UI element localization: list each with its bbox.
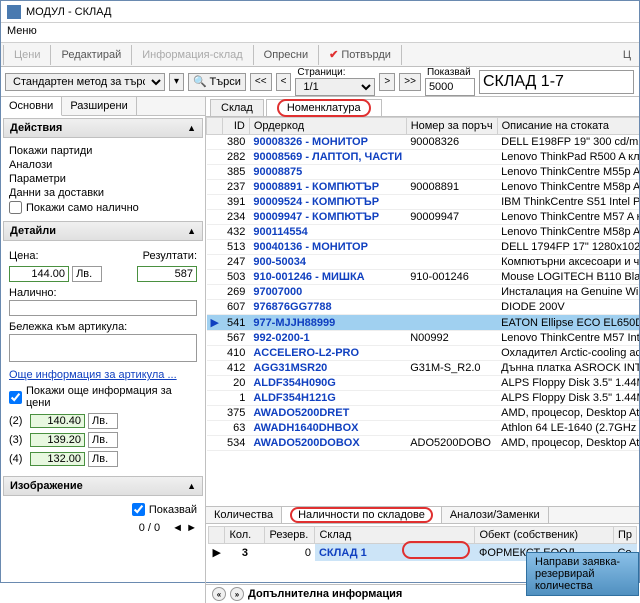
first-page-button[interactable]: << — [250, 73, 272, 91]
table-row[interactable]: 410ACCELERO-L2-PROОхладител Arctic-cooli… — [207, 346, 640, 361]
table-row[interactable]: 412AGG31MSR20G31M-S_R2.0Дънна платка ASR… — [207, 361, 640, 376]
table-row[interactable]: 534AWADO5200DOBOXADO5200DOBOAMD, процесо… — [207, 436, 640, 451]
details-header[interactable]: Детайли▲ — [3, 221, 203, 241]
table-row[interactable]: 503910-001246 - МИШКА910-001246Mouse LOG… — [207, 270, 640, 285]
table-row[interactable]: 20ALDF354H090GALPS Floppy Disk 3.5" 1.44… — [207, 376, 640, 391]
tab-availability[interactable]: Наличности по складове — [282, 507, 442, 523]
searchbar: Стандартен метод за търсене ▾ 🔍 Търси <<… — [1, 67, 639, 97]
search-button[interactable]: 🔍 Търси — [188, 73, 246, 91]
price-value: 144.00 — [9, 266, 69, 282]
menubar[interactable]: Меню — [1, 23, 639, 43]
check-icon: ✔ — [329, 49, 338, 61]
right-panel: Склад Номенклатура ID Ордеркод Номер за … — [206, 97, 639, 603]
tab-store[interactable]: Склад — [210, 99, 264, 116]
only-avail-checkbox[interactable] — [9, 201, 22, 214]
col-code[interactable]: Ордеркод — [249, 118, 406, 135]
table-row[interactable]: ▶541977-MJJH88999EATON Ellipse ECO EL650… — [207, 315, 640, 331]
table-row[interactable]: 1ALDF354H121GALPS Floppy Disk 3.5" 1.44M… — [207, 391, 640, 406]
col-id[interactable]: ID — [223, 118, 249, 135]
toolbar: Цени Редактирай Информация-склад Опресни… — [1, 43, 639, 67]
chevron-up-icon: ▲ — [187, 226, 196, 236]
prev-image-button[interactable]: ◄ — [172, 522, 183, 534]
left-panel: Основни Разширени Действия▲ Покажи парти… — [1, 97, 206, 603]
store-input[interactable] — [479, 70, 634, 94]
prev-page-button[interactable]: < — [276, 73, 292, 91]
image-body: Показвай 0 / 0 ◄ ► — [1, 498, 205, 539]
edit-button[interactable]: Редактирай — [53, 46, 129, 64]
tab-analogs[interactable]: Аналози/Заменки — [442, 507, 549, 523]
chevron-up-icon: ▲ — [187, 481, 196, 491]
table-row[interactable]: 375AWADO5200DRETAMD, процесор, Desktop A… — [207, 406, 640, 421]
table-row[interactable]: 23790008891 - КОМПЮТЪР90008891Lenovo Thi… — [207, 180, 640, 195]
search-method-select[interactable]: Стандартен метод за търсене — [5, 73, 165, 91]
next-page-button[interactable]: > — [379, 73, 395, 91]
tab-main[interactable]: Основни — [1, 97, 62, 116]
next-image-button[interactable]: ► — [186, 522, 197, 534]
show-label: Показвай — [427, 67, 473, 78]
window-title: МОДУЛ - СКЛАД — [26, 6, 111, 18]
image-header[interactable]: Изображение▲ — [3, 476, 203, 496]
table-row[interactable]: 51390040136 - МОНИТОРDELL 1794FP 17" 128… — [207, 240, 640, 255]
action-item[interactable]: Покажи партиди — [9, 144, 197, 158]
main-grid[interactable]: ID Ордеркод Номер за поръч Описание на с… — [206, 117, 639, 506]
search-icon: 🔍 — [193, 76, 207, 88]
show-input[interactable] — [425, 78, 475, 96]
table-row[interactable]: 38090008326 - МОНИТОР90008326DELL E198FP… — [207, 135, 640, 150]
bottom-panel: Кол. Резерв. Склад Обект (собственик) Пр… — [206, 524, 639, 584]
action-item[interactable]: Данни за доставки — [9, 186, 197, 200]
table-row[interactable]: 607976876GG7788DIODE 200V — [207, 300, 640, 315]
tooltip: Направи заявка-резервирай количества — [526, 552, 639, 596]
refresh-button[interactable]: Опресни — [256, 46, 316, 64]
app-icon — [7, 5, 21, 19]
actions-body: Покажи партиди Аналози Параметри Данни з… — [1, 140, 205, 219]
tab-quantities[interactable]: Количества — [206, 507, 282, 523]
action-item[interactable]: Аналози — [9, 158, 197, 172]
info-button[interactable]: Информация-склад — [134, 46, 250, 64]
table-row[interactable]: 432900114554Lenovo ThinkCentre M58p A кл… — [207, 225, 640, 240]
note-textarea[interactable] — [9, 334, 197, 362]
prices-button[interactable]: Цени — [6, 46, 48, 64]
highlight-circle — [402, 541, 470, 559]
table-row[interactable]: 23490009947 - КОМПЮТЪР90009947Lenovo Thi… — [207, 210, 640, 225]
table-row[interactable]: 247900-50034Компютърни аксесоари и части — [207, 255, 640, 270]
avail-input[interactable] — [9, 300, 197, 316]
tab-extended[interactable]: Разширени — [62, 97, 136, 115]
table-row[interactable]: 28290008569 - ЛАПТОП, ЧАСТИLenovo ThinkP… — [207, 150, 640, 165]
expand-icon[interactable]: » — [230, 587, 244, 601]
table-row[interactable]: 38590008875Lenovo ThinkCentre M55p A кла… — [207, 165, 640, 180]
pages-select[interactable]: 1/1 — [295, 78, 375, 96]
table-row[interactable]: 39190009524 - КОМПЮТЪРIBM ThinkCentre S5… — [207, 195, 640, 210]
last-page-button[interactable]: >> — [399, 73, 421, 91]
dropdown-button[interactable]: ▾ — [169, 73, 184, 91]
menu-item[interactable]: Меню — [7, 25, 37, 37]
expand-icon[interactable]: « — [212, 587, 226, 601]
table-row[interactable]: 26997007000Инсталация на Genuine Windows… — [207, 285, 640, 300]
show-image-checkbox[interactable] — [132, 503, 145, 516]
col-order[interactable]: Номер за поръч — [406, 118, 497, 135]
pages-label: Страници: — [297, 67, 373, 78]
chevron-up-icon: ▲ — [187, 123, 196, 133]
details-body: Цена: Резултати: 144.00 Лв. 587 Налично:… — [1, 243, 205, 474]
more-info-link[interactable]: Още информация за артикула ... — [9, 368, 197, 382]
confirm-button[interactable]: ✔Потвърди — [321, 45, 399, 64]
action-item[interactable]: Параметри — [9, 172, 197, 186]
actions-header[interactable]: Действия▲ — [3, 118, 203, 138]
table-row[interactable]: 63AWADH1640DHBOXAthlon 64 LE-1640 (2.7GH… — [207, 421, 640, 436]
right-button[interactable]: Ц — [615, 46, 639, 64]
results-value: 587 — [137, 266, 197, 282]
titlebar: МОДУЛ - СКЛАД — [1, 1, 639, 23]
table-row[interactable]: 567992-0200-1N00992Lenovo ThinkCentre M5… — [207, 331, 640, 346]
col-desc[interactable]: Описание на стоката — [497, 118, 639, 135]
tab-nomenclature[interactable]: Номенклатура — [266, 99, 382, 116]
show-prices-checkbox[interactable] — [9, 391, 22, 404]
image-pager: 0 / 0 — [139, 522, 160, 534]
